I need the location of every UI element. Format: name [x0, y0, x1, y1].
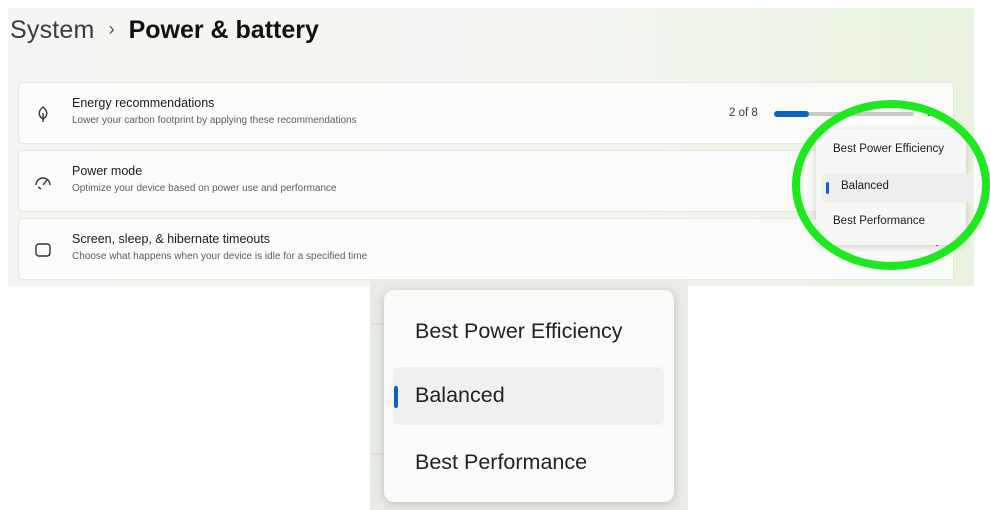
settings-panel: System › Power & battery Energy recommen… — [8, 8, 990, 286]
power-mode-description: Optimize your device based on power use … — [72, 183, 337, 194]
leaf-icon — [33, 104, 53, 124]
divider — [370, 323, 384, 325]
power-mode-card: Power mode Optimize your device based on… — [18, 150, 954, 212]
page-title: Power & battery — [128, 15, 319, 44]
energy-recommendations-card[interactable]: Energy recommendations Lower your carbon… — [18, 82, 954, 144]
power-mode-title: Power mode — [72, 164, 143, 178]
sleep-timeouts-card[interactable]: Screen, sleep, & hibernate timeouts Choo… — [18, 218, 954, 280]
selected-indicator — [394, 386, 398, 408]
option-best-performance[interactable]: Best Performance — [415, 450, 587, 475]
speedometer-icon — [33, 172, 53, 192]
option-balanced[interactable]: Balanced — [415, 383, 505, 408]
breadcrumb-separator: › — [108, 18, 115, 39]
recommendations-progress-text: 2 of 8 — [729, 107, 758, 119]
option-best-power-efficiency[interactable]: Best Power Efficiency — [833, 143, 944, 155]
option-balanced[interactable]: Balanced — [841, 180, 889, 192]
option-best-power-efficiency[interactable]: Best Power Efficiency — [415, 319, 623, 344]
recommendations-progress-fill — [774, 111, 809, 117]
energy-recommendations-description: Lower your carbon footprint by applying … — [72, 115, 357, 126]
sleep-timeouts-description: Choose what happens when your device is … — [72, 251, 368, 262]
selected-indicator — [826, 182, 829, 194]
power-mode-dropdown-small: Best Power Efficiency Balanced Best Perf… — [816, 129, 974, 245]
divider — [370, 453, 384, 455]
power-mode-dropdown-zoomed: Best Power Efficiency Balanced Best Perf… — [384, 290, 674, 502]
recommendations-progress-bar — [774, 111, 914, 117]
sleep-timeouts-title: Screen, sleep, & hibernate timeouts — [72, 232, 271, 246]
breadcrumb: System › Power & battery — [10, 12, 319, 48]
breadcrumb-system[interactable]: System — [10, 16, 95, 45]
option-best-performance[interactable]: Best Performance — [833, 215, 925, 227]
chevron-right-icon[interactable]: › — [927, 102, 933, 122]
sleep-timer-icon — [33, 240, 53, 260]
energy-recommendations-title: Energy recommendations — [72, 96, 215, 110]
